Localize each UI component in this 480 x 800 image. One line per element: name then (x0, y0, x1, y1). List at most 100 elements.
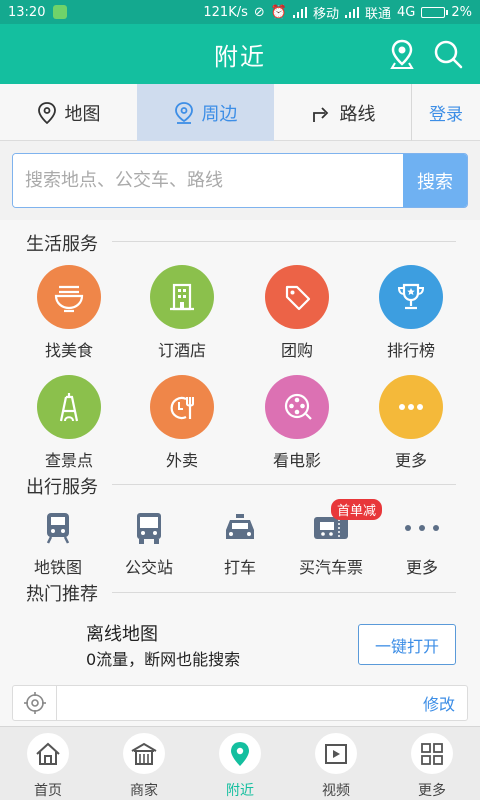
login-button[interactable]: 登录 (411, 84, 480, 141)
nav-home[interactable]: 首页 (0, 727, 96, 800)
food-label: 找美食 (44, 341, 93, 360)
movie-circle (265, 375, 329, 439)
more-life-circle (379, 375, 443, 439)
tab-bar: 地图 周边 路线 登录 (0, 84, 480, 141)
nav-video-label: 视频 (322, 783, 350, 799)
nav-shop[interactable]: 商家 (96, 727, 192, 800)
scenic-circle (37, 375, 101, 439)
route-icon (312, 106, 328, 122)
ranking-label: 排行榜 (386, 341, 435, 360)
divider (112, 592, 456, 593)
more-life-label: 更多 (394, 451, 427, 470)
alarm-icon: ⏰ (270, 4, 287, 20)
carrier-2: 联通 (365, 6, 392, 22)
home-icon (36, 742, 60, 765)
taxi-icon-wrap (192, 508, 288, 548)
movie-label: 看电影 (272, 451, 321, 470)
network-speed: 121K/s (203, 4, 248, 20)
page-title: 附近 (214, 42, 266, 71)
nav-more-label: 更多 (418, 783, 446, 799)
noodle-bowl-icon (54, 285, 84, 313)
edit-location-button[interactable]: 修改 (423, 691, 455, 715)
hotel-circle (150, 265, 214, 329)
more-dots-icon (405, 525, 439, 531)
nav-nearby-circle (219, 733, 261, 774)
map-pin-icon (37, 101, 56, 124)
nav-video[interactable]: 视频 (288, 727, 384, 800)
open-offline-map-button[interactable]: 一键打开 (358, 624, 456, 665)
hotel-icon (170, 283, 194, 311)
network-type: 4G (397, 4, 416, 20)
movie-button[interactable]: 看电影 (242, 375, 352, 471)
search-icon[interactable] (432, 38, 464, 70)
ranking-button[interactable]: 排行榜 (356, 265, 466, 361)
takeout-circle (150, 375, 214, 439)
nav-nearby-label: 附近 (226, 783, 254, 799)
scenic-button[interactable]: 查景点 (14, 375, 124, 471)
food-button[interactable]: 找美食 (14, 265, 124, 361)
tag-icon (285, 285, 311, 311)
bus-ticket-button[interactable]: 买汽车票 首单减 (283, 499, 383, 578)
more-dots-icon (399, 404, 423, 410)
hotel-button[interactable]: 订酒店 (127, 265, 237, 361)
subway-icon-wrap (10, 508, 106, 548)
battery-icon (421, 6, 449, 18)
mute-icon: ⊘ (253, 4, 265, 20)
taxi-icon (226, 514, 254, 539)
tab-route-label: 路线 (339, 103, 376, 125)
takeout-button[interactable]: 外卖 (127, 375, 237, 471)
film-reel-icon (284, 393, 312, 420)
nav-video-circle (315, 733, 357, 774)
search-input[interactable] (13, 154, 403, 207)
subway-button[interactable]: 地铁图 (10, 508, 106, 578)
bus-stop-label: 公交站 (124, 558, 173, 577)
carrier-1: 移动 (312, 6, 339, 22)
nav-more-circle (411, 733, 453, 774)
shop-icon (131, 742, 157, 765)
bus-icon (137, 513, 161, 544)
hotel-label: 订酒店 (157, 341, 206, 360)
life-services-title: 生活服务 (26, 234, 98, 255)
groupbuy-label: 团购 (280, 341, 313, 360)
nav-shop-circle (123, 733, 165, 774)
location-bar: 修改 (12, 685, 468, 721)
grid-icon (421, 742, 443, 765)
tab-nearby-label: 周边 (201, 103, 238, 125)
more-travel-icon-wrap (374, 508, 470, 548)
locate-button[interactable] (13, 685, 57, 721)
nearby-icon (231, 741, 249, 766)
nav-shop-label: 商家 (130, 783, 158, 799)
battery-level: 2% (451, 4, 472, 20)
more-travel-label: 更多 (405, 558, 438, 577)
tab-nearby[interactable]: 周边 (137, 84, 274, 141)
subway-label: 地铁图 (33, 558, 82, 577)
takeout-icon (170, 396, 194, 420)
nav-nearby[interactable]: 附近 (192, 727, 288, 800)
taxi-label: 打车 (223, 558, 256, 577)
food-circle (37, 265, 101, 329)
tab-map[interactable]: 地图 (0, 84, 137, 141)
ranking-circle (379, 265, 443, 329)
video-icon (325, 743, 347, 764)
nav-home-label: 首页 (34, 783, 62, 799)
more-travel-button[interactable]: 更多 (374, 508, 470, 578)
bus-icon-wrap (101, 508, 197, 548)
crosshair-icon (23, 692, 46, 714)
location-pin-icon[interactable] (386, 38, 418, 70)
search-button[interactable]: 搜索 (403, 154, 467, 207)
groupbuy-button[interactable]: 团购 (242, 265, 352, 361)
taxi-button[interactable]: 打车 (192, 508, 288, 578)
travel-services-title: 出行服务 (26, 477, 98, 498)
offline-map-title: 离线地图 (86, 624, 158, 645)
offline-map-subtitle: 0流量，断网也能搜索 (86, 650, 241, 669)
bus-stop-button[interactable]: 公交站 (101, 508, 197, 578)
nearby-pin-icon (174, 101, 193, 124)
takeout-label: 外卖 (165, 451, 198, 470)
nav-more[interactable]: 更多 (384, 727, 480, 800)
bus-ticket-label: 买汽车票 (298, 558, 363, 577)
tab-route[interactable]: 路线 (274, 84, 411, 141)
notification-icon (53, 5, 68, 19)
hot-title: 热门推荐 (26, 584, 98, 605)
more-life-button[interactable]: 更多 (356, 375, 466, 471)
scenic-label: 查景点 (44, 451, 93, 470)
